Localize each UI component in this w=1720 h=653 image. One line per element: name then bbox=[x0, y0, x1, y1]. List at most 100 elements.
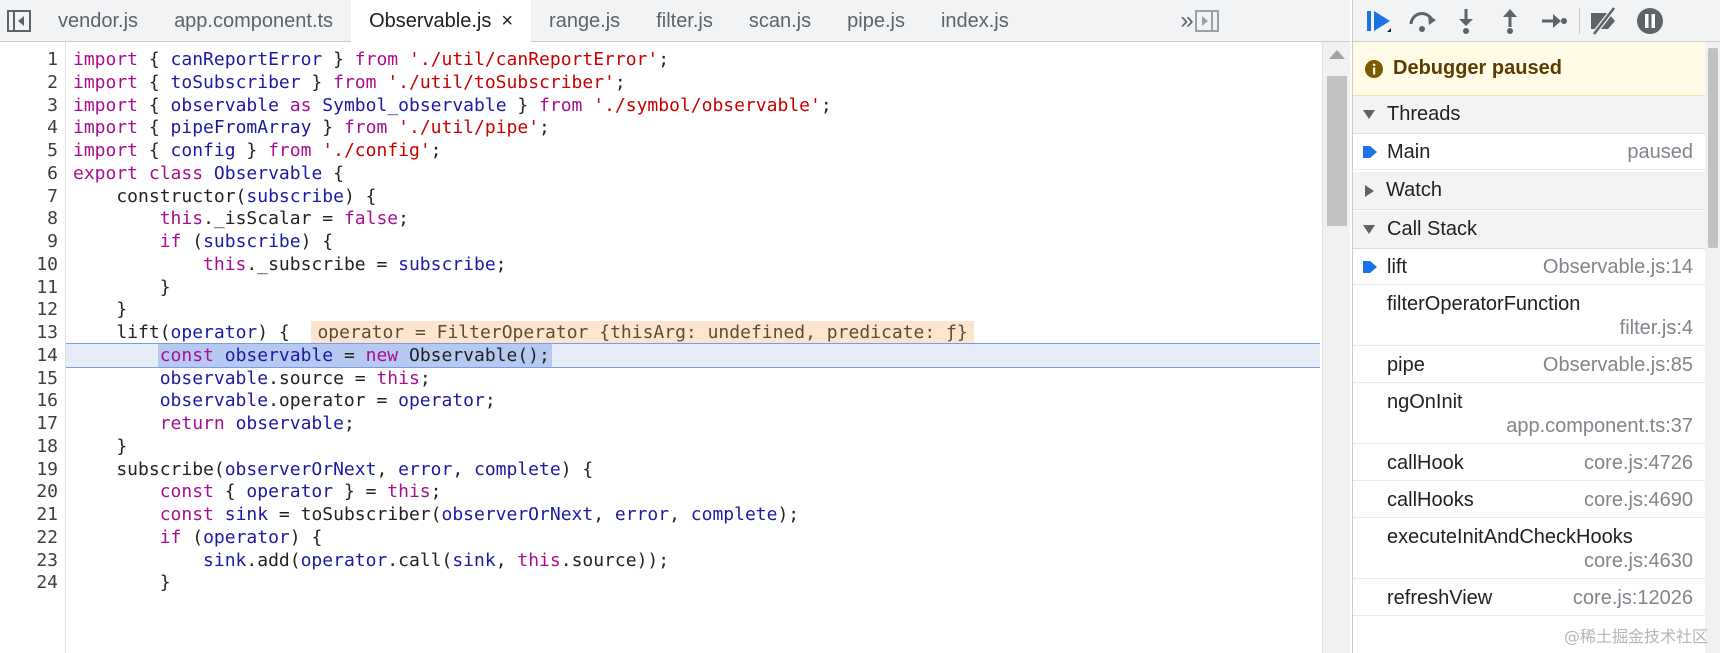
line-number[interactable]: 10 bbox=[0, 252, 58, 277]
code-view[interactable]: 1 import { canReportError } from './util/… bbox=[0, 42, 1322, 653]
call-stack-label: Call Stack bbox=[1387, 218, 1478, 240]
line-number[interactable]: 2 bbox=[0, 70, 58, 95]
step-into-icon[interactable] bbox=[1449, 4, 1483, 38]
toggle-debugger-icon[interactable] bbox=[1194, 8, 1220, 34]
call-frame-location[interactable]: filter.js:4 bbox=[1620, 317, 1693, 340]
line-number[interactable]: 8 bbox=[0, 206, 58, 231]
code-token: Symbol_observable bbox=[322, 94, 507, 116]
call-frame-location[interactable]: Observable.js:85 bbox=[1543, 354, 1693, 377]
pause-on-exceptions-icon[interactable] bbox=[1633, 4, 1667, 38]
code-token: { bbox=[138, 140, 171, 161]
line-number[interactable]: 11 bbox=[0, 275, 58, 300]
code-token: observerOrNext bbox=[441, 504, 594, 525]
editor-tab[interactable]: index.js bbox=[923, 0, 1027, 42]
scroll-up-arrow-icon[interactable] bbox=[1329, 50, 1345, 59]
code-token: } bbox=[73, 299, 128, 321]
line-number[interactable]: 9 bbox=[0, 229, 58, 254]
step-out-icon[interactable] bbox=[1493, 4, 1527, 38]
call-frame-function: filterOperatorFunction bbox=[1387, 293, 1581, 315]
deactivate-breakpoints-icon[interactable] bbox=[1587, 4, 1621, 38]
call-frame-location[interactable]: core.js:4726 bbox=[1584, 452, 1693, 475]
line-number[interactable]: 16 bbox=[0, 388, 58, 413]
call-frame-location[interactable]: core.js:4630 bbox=[1584, 550, 1693, 573]
line-number[interactable]: 19 bbox=[0, 457, 58, 482]
step-icon[interactable] bbox=[1537, 4, 1571, 38]
code-token: ; bbox=[398, 208, 409, 230]
line-number[interactable]: 23 bbox=[0, 548, 58, 573]
call-frame-location[interactable]: Observable.js:14 bbox=[1543, 256, 1693, 279]
call-stack-section-header[interactable]: Call Stack bbox=[1353, 211, 1705, 249]
call-frame[interactable]: refreshView core.js:12026 bbox=[1353, 580, 1705, 616]
code-text: sink.add(operator.call(sink, this.source… bbox=[73, 548, 669, 573]
editor-tab-label: range.js bbox=[549, 9, 621, 32]
code-token: sink bbox=[203, 549, 247, 571]
editor-tab[interactable]: range.js bbox=[531, 0, 638, 42]
line-number[interactable]: 14 bbox=[0, 343, 58, 368]
code-token: ( bbox=[181, 526, 204, 548]
threads-section-header[interactable]: Threads bbox=[1353, 96, 1705, 134]
line-number[interactable]: 21 bbox=[0, 502, 58, 527]
call-frame-location[interactable]: core.js:4690 bbox=[1584, 489, 1693, 512]
line-number[interactable]: 5 bbox=[0, 138, 58, 163]
editor-tab[interactable]: scan.js bbox=[731, 0, 829, 42]
line-number[interactable]: 3 bbox=[0, 93, 58, 118]
code-token: from bbox=[343, 117, 388, 139]
code-token: complete bbox=[690, 504, 778, 525]
line-number[interactable]: 13 bbox=[0, 320, 58, 345]
call-frame[interactable]: pipe Observable.js:85 bbox=[1353, 347, 1705, 383]
close-tab-icon[interactable]: × bbox=[501, 10, 513, 33]
code-token: ) { bbox=[343, 185, 377, 207]
code-line: 10 this._subscribe = subscribe; bbox=[0, 252, 1320, 277]
editor-scrollbar[interactable] bbox=[1322, 42, 1350, 653]
call-frame-location[interactable]: core.js:12026 bbox=[1573, 587, 1693, 610]
editor-tab[interactable]: app.component.ts bbox=[156, 0, 351, 42]
line-number[interactable]: 7 bbox=[0, 184, 58, 209]
line-number[interactable]: 6 bbox=[0, 161, 58, 186]
code-token: } bbox=[300, 71, 334, 93]
code-line: 4 import { pipeFromArray } from './util/p… bbox=[0, 115, 1320, 140]
thread-row-main[interactable]: Main paused bbox=[1353, 134, 1705, 170]
line-number[interactable]: 12 bbox=[0, 297, 58, 322]
editor-tab[interactable]: pipe.js bbox=[829, 0, 923, 42]
call-frame[interactable]: callHook core.js:4726 bbox=[1353, 445, 1705, 481]
watch-section-header[interactable]: Watch bbox=[1353, 172, 1705, 210]
step-over-icon[interactable] bbox=[1405, 4, 1439, 38]
toolbar-separator bbox=[1579, 8, 1580, 34]
toggle-navigator-icon[interactable] bbox=[6, 8, 32, 34]
code-line: 17 return observable; bbox=[0, 411, 1320, 436]
expanded-triangle-icon bbox=[1363, 225, 1375, 234]
code-token: config bbox=[170, 140, 236, 161]
call-frame-function: refreshView bbox=[1387, 587, 1493, 609]
line-number[interactable]: 1 bbox=[0, 47, 58, 72]
code-line: 16 observable.operator = operator; bbox=[0, 388, 1320, 413]
code-line: 1 import { canReportError } from './util/… bbox=[0, 47, 1320, 72]
inline-variable-value[interactable]: operator = FilterOperator {thisArg: unde… bbox=[311, 321, 974, 344]
editor-tab[interactable]: vendor.js bbox=[40, 0, 156, 42]
sidebar-scroll-thumb[interactable] bbox=[1708, 48, 1718, 248]
call-frame[interactable]: ngOnInit app.component.ts:37 bbox=[1353, 384, 1705, 444]
line-number[interactable]: 18 bbox=[0, 434, 58, 459]
line-number[interactable]: 4 bbox=[0, 115, 58, 140]
code-token: } bbox=[322, 49, 355, 70]
call-frame[interactable]: executeInitAndCheckHooks core.js:4630 bbox=[1353, 519, 1705, 579]
sidebar-scrollbar[interactable] bbox=[1705, 42, 1720, 653]
call-frame[interactable]: callHooks core.js:4690 bbox=[1353, 482, 1705, 518]
call-frame[interactable]: filterOperatorFunction filter.js:4 bbox=[1353, 286, 1705, 346]
code-token: return bbox=[159, 413, 225, 434]
line-number[interactable]: 20 bbox=[0, 479, 58, 504]
line-number[interactable]: 17 bbox=[0, 411, 58, 436]
editor-scroll-thumb[interactable] bbox=[1327, 76, 1347, 226]
resume-icon[interactable] bbox=[1361, 4, 1395, 38]
code-token: from bbox=[268, 140, 312, 161]
code-token: ); bbox=[777, 504, 800, 525]
call-frame[interactable]: lift Observable.js:14 bbox=[1353, 249, 1705, 285]
call-frame-location[interactable]: app.component.ts:37 bbox=[1506, 415, 1693, 438]
current-frame-arrow-icon bbox=[1363, 261, 1377, 273]
editor-tab[interactable]: Observable.js × bbox=[351, 0, 532, 43]
code-token: as bbox=[289, 94, 312, 116]
line-number[interactable]: 22 bbox=[0, 525, 58, 550]
line-number[interactable]: 15 bbox=[0, 366, 58, 391]
editor-tab[interactable]: filter.js bbox=[638, 0, 731, 42]
line-number[interactable]: 24 bbox=[0, 570, 58, 595]
